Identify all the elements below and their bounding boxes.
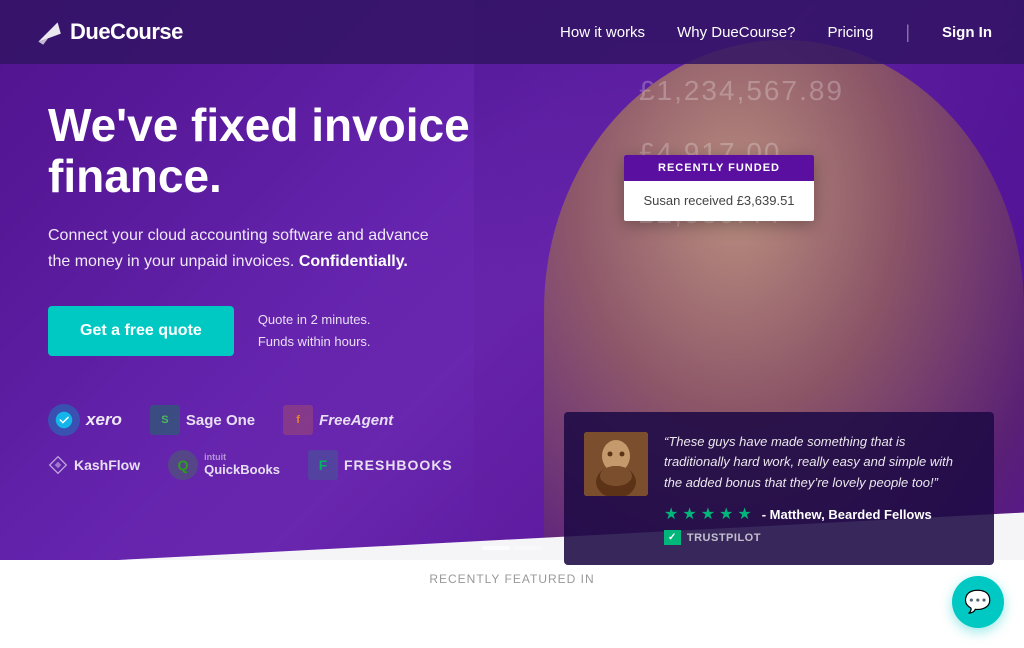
partner-logos: xero S Sage One f FreeAgent [48,404,588,480]
cta-area: Get a free quote Quote in 2 minutes. Fun… [48,306,588,356]
testimonial-quote: “These guys have made something that is … [664,432,974,494]
trustpilot-icon: ✓ [664,530,681,545]
nav-why-duecourse[interactable]: Why DueCourse? [677,24,795,41]
sage-label: Sage One [186,412,255,429]
logo-icon [32,16,64,48]
quickbooks-icon: Q [168,450,198,480]
hero-content: We've fixed invoice finance. Connect you… [48,100,588,480]
cta-meta-line1: Quote in 2 minutes. [258,309,371,331]
partner-quickbooks: Q intuit QuickBooks [168,450,280,480]
freeagent-icon: f [283,405,313,435]
quickbooks-label: QuickBooks [204,463,280,477]
testimonial-avatar [584,432,648,496]
hero-section: £1,234,567.89 £4,917.00 £2,089.44 RECENT… [0,0,1024,620]
xero-label: xero [86,410,122,430]
partners-row-2: KashFlow Q intuit QuickBooks F [48,450,588,480]
quickbooks-text: intuit QuickBooks [204,453,280,477]
scroll-dot-1 [482,546,510,550]
kashflow-icon [48,455,68,475]
star-4: ★ [719,504,733,524]
partner-freshbooks: F FreshBooks [308,450,453,480]
testimonial-author: - Matthew, Bearded Fellows [762,507,932,522]
scroll-indicator [482,546,542,550]
hero-subtitle-strong: Confidentially. [299,253,408,270]
partner-sage: S Sage One [150,405,255,435]
testimonial-content: “These guys have made something that is … [664,432,974,545]
hero-title: We've fixed invoice finance. [48,100,588,201]
partners-row-1: xero S Sage One f FreeAgent [48,404,588,436]
funded-badge: RECENTLY FUNDED Susan received £3,639.51 [624,155,814,221]
freeagent-label: FreeAgent [319,412,393,429]
partner-freeagent: f FreeAgent [283,405,393,435]
logo[interactable]: DueCourse [32,16,183,48]
testimonial-card: “These guys have made something that is … [564,412,994,565]
cta-meta-line2: Funds within hours. [258,331,371,353]
cta-button[interactable]: Get a free quote [48,306,234,356]
nav-sign-in[interactable]: Sign In [942,24,992,41]
funded-badge-body: Susan received £3,639.51 [624,181,814,221]
partner-kashflow: KashFlow [48,455,140,475]
sage-icon: S [150,405,180,435]
bottom-section: RECENTLY FEATURED IN [0,560,1024,620]
recently-featured-label: RECENTLY FEATURED IN [429,572,594,586]
star-5: ★ [737,504,751,524]
xero-icon [48,404,80,436]
testimonial-stars: ★ ★ ★ ★ ★ - Matthew, Bearded Fellows [664,504,974,524]
freshbooks-label: FreshBooks [344,457,453,473]
trustpilot-label: TRUSTPILOT [687,532,761,544]
cta-meta: Quote in 2 minutes. Funds within hours. [258,309,371,353]
star-1: ★ [664,504,678,524]
nav-how-it-works[interactable]: How it works [560,24,645,41]
star-2: ★ [682,504,696,524]
funded-badge-header: RECENTLY FUNDED [624,155,814,181]
logo-text: DueCourse [70,19,183,45]
nav-divider: | [905,22,910,43]
nav-pricing[interactable]: Pricing [827,24,873,41]
star-3: ★ [701,504,715,524]
kashflow-label: KashFlow [74,457,140,473]
chat-icon: 💬 [964,589,991,615]
screen-number-1: £1,234,567.89 [639,60,844,122]
freshbooks-icon: F [308,450,338,480]
partner-xero: xero [48,404,122,436]
trustpilot: ✓ TRUSTPILOT [664,530,974,545]
navbar: DueCourse How it works Why DueCourse? Pr… [0,0,1024,64]
chat-button[interactable]: 💬 [952,576,1004,628]
scroll-dot-2 [514,546,542,550]
nav-links: How it works Why DueCourse? Pricing | Si… [560,22,992,43]
hero-subtitle: Connect your cloud accounting software a… [48,223,448,274]
